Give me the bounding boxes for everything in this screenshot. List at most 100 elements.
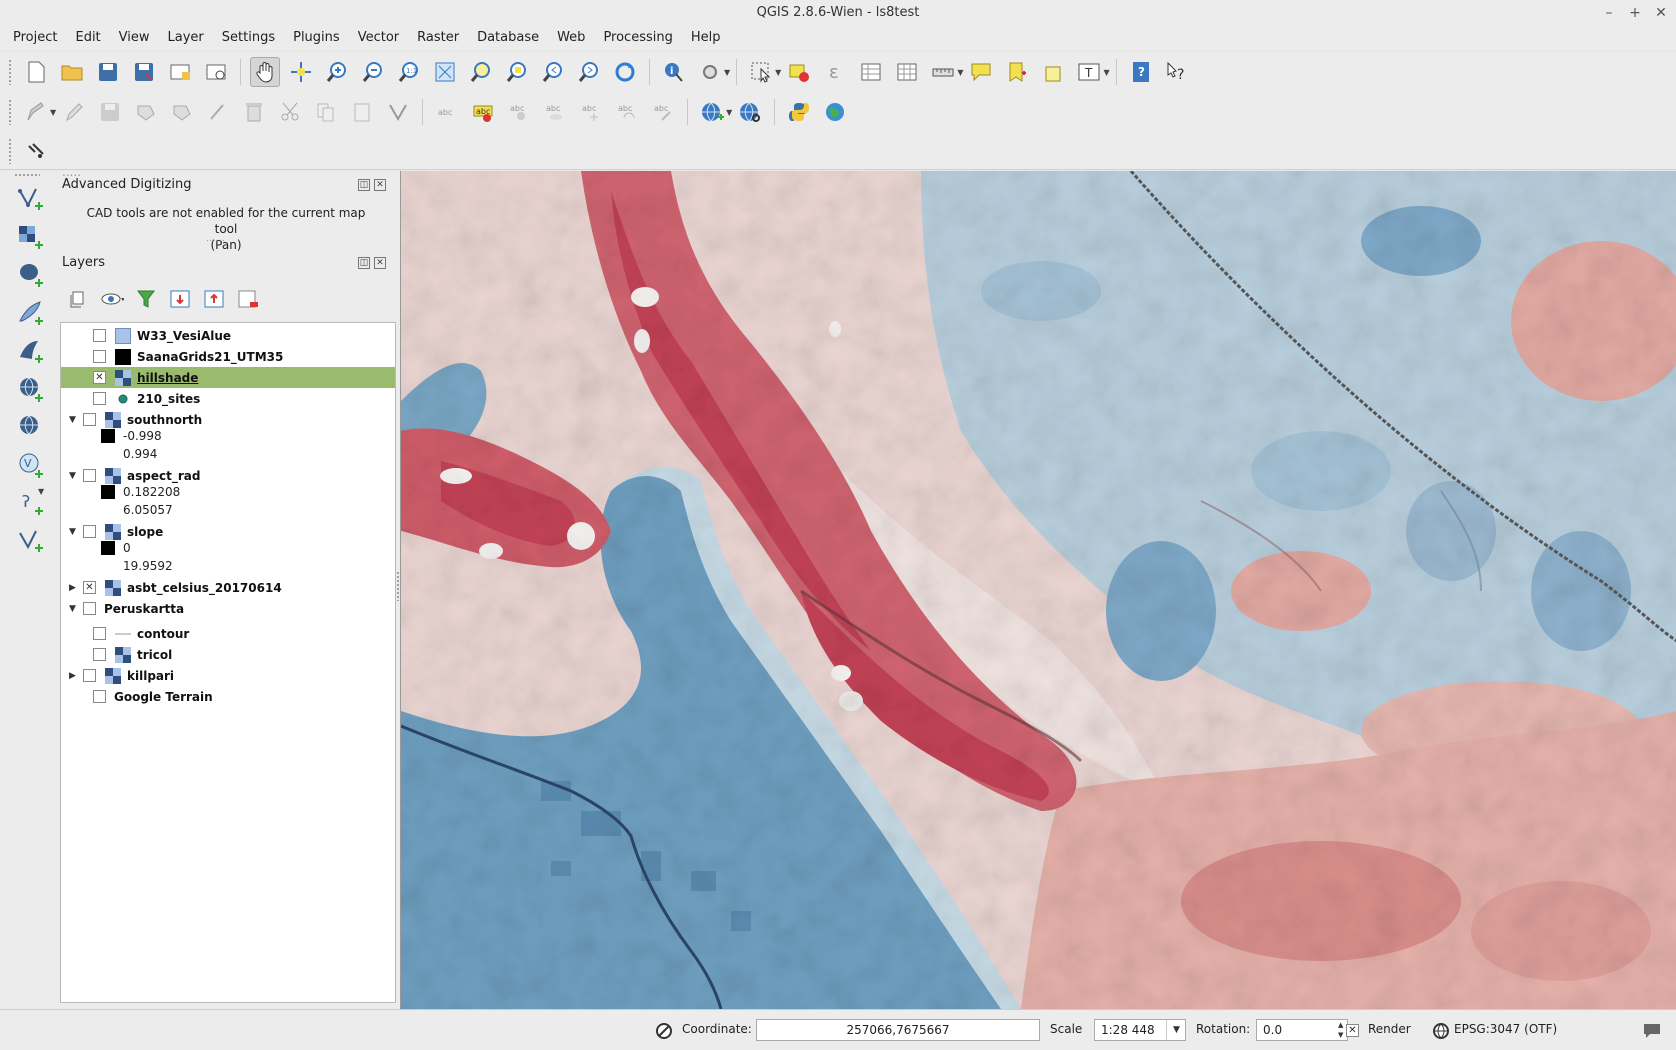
layer-row-hillshade[interactable]: ✕ hillshade — [61, 367, 395, 388]
expand-layers-button[interactable] — [168, 287, 192, 311]
filter-legend-button[interactable] — [134, 287, 158, 311]
new-print-composer-button[interactable] — [165, 57, 195, 87]
layer-row-asbt-celsius[interactable]: ▶ ✕ asbt_celsius_20170614 — [61, 577, 395, 598]
add-wms-layer-button[interactable] — [697, 97, 727, 127]
collapsed-arrow-icon[interactable]: ▶ — [69, 671, 79, 681]
layer-row-tricol[interactable]: tricol — [61, 644, 395, 665]
menu-processing[interactable]: Processing — [594, 26, 681, 50]
measure-button[interactable] — [928, 57, 958, 87]
deselect-all-button[interactable] — [784, 57, 814, 87]
add-mssql-layer-button[interactable] — [14, 335, 46, 367]
zoom-last-button[interactable] — [538, 57, 568, 87]
minimize-icon[interactable]: – — [1598, 0, 1620, 26]
map-canvas[interactable] — [400, 171, 1676, 1009]
text-annotation-button[interactable]: T — [1074, 57, 1104, 87]
save-as-button[interactable] — [129, 57, 159, 87]
save-project-button[interactable] — [93, 57, 123, 87]
layer-visibility-checkbox[interactable] — [93, 350, 106, 363]
zoom-native-button[interactable]: 1:1 — [394, 57, 424, 87]
metasearch-button[interactable] — [735, 97, 765, 127]
whats-this-button[interactable]: ? — [1162, 57, 1192, 87]
label-tool-button[interactable]: abc — [432, 97, 462, 127]
layer-visibility-checkbox[interactable] — [93, 392, 106, 405]
splitter-handle[interactable]: ...... — [206, 233, 225, 244]
layer-visibility-checkbox[interactable] — [93, 690, 106, 703]
menu-view[interactable]: View — [110, 26, 159, 50]
group-row-peruskartta[interactable]: ▼ Peruskartta — [61, 598, 395, 619]
show-hide-labels-button[interactable]: abc — [540, 97, 570, 127]
zoom-in-button[interactable] — [322, 57, 352, 87]
add-feature-button[interactable] — [131, 97, 161, 127]
maximize-icon[interactable]: + — [1624, 0, 1646, 26]
group-visibility-checkbox[interactable] — [83, 602, 96, 615]
chevron-down-icon[interactable]: ▼ — [50, 108, 56, 117]
layer-visibility-checkbox[interactable] — [83, 669, 96, 682]
chevron-down-icon[interactable]: ▼ — [1166, 1020, 1186, 1040]
menu-edit[interactable]: Edit — [66, 26, 109, 50]
menu-layer[interactable]: Layer — [159, 26, 213, 50]
layer-visibility-checkbox[interactable] — [83, 413, 96, 426]
render-checkbox[interactable]: ✕ — [1346, 1024, 1359, 1037]
layer-visibility-checkbox[interactable] — [93, 329, 106, 342]
openlayers-button[interactable] — [820, 97, 850, 127]
close-panel-icon[interactable]: ✕ — [374, 257, 386, 269]
menu-vector[interactable]: Vector — [349, 26, 408, 50]
new-shapefile-button[interactable] — [14, 525, 46, 557]
show-bookmarks-button[interactable] — [1038, 57, 1068, 87]
toolbar-grip[interactable] — [8, 99, 12, 125]
toolbar-grip[interactable] — [8, 59, 12, 85]
menu-raster[interactable]: Raster — [408, 26, 468, 50]
close-panel-icon[interactable]: ✕ — [374, 179, 386, 191]
coordinate-field[interactable]: 257066,7675667 — [756, 1019, 1040, 1041]
rotation-spinbox[interactable]: 0.0 — [1256, 1019, 1348, 1041]
add-spatialite-layer-button[interactable] — [14, 297, 46, 329]
move-feature-button[interactable] — [167, 97, 197, 127]
toolbar-grip[interactable] — [8, 137, 12, 164]
save-edits-button[interactable] — [95, 97, 125, 127]
copy-features-button[interactable] — [311, 97, 341, 127]
python-console-button[interactable] — [784, 97, 814, 127]
pin-labels-button[interactable]: abc — [504, 97, 534, 127]
change-label-button[interactable]: abc — [648, 97, 678, 127]
move-label-button[interactable]: abc — [576, 97, 606, 127]
collapse-layers-button[interactable] — [202, 287, 226, 311]
float-panel-icon[interactable]: ◫ — [358, 257, 370, 269]
layer-row-killpari[interactable]: ▶ killpari — [61, 665, 395, 686]
digitizing-tool-button[interactable] — [383, 97, 413, 127]
add-wfs-button[interactable]: V — [14, 449, 46, 481]
coordinate-toggle-icon[interactable] — [655, 1022, 673, 1040]
add-vector-layer-button[interactable] — [14, 183, 46, 215]
new-project-button[interactable] — [21, 57, 51, 87]
menu-database[interactable]: Database — [468, 26, 548, 50]
layer-row-saanagrids21-utm35[interactable]: SaanaGrids21_UTM35 — [61, 346, 395, 367]
layer-row-210-sites[interactable]: 210_sites — [61, 388, 395, 409]
add-postgis-layer-button[interactable] — [14, 259, 46, 291]
layer-row-contour[interactable]: contour — [61, 623, 395, 644]
cut-features-button[interactable] — [275, 97, 305, 127]
field-calculator-button[interactable]: ε — [820, 57, 850, 87]
layer-row-w33-vesialue[interactable]: W33_VesiAlue — [61, 325, 395, 346]
close-icon[interactable]: ✕ — [1650, 0, 1672, 26]
add-wms-button[interactable] — [14, 373, 46, 405]
chevron-down-icon[interactable]: ▼ — [1103, 68, 1109, 77]
toggle-editing-button[interactable] — [59, 97, 89, 127]
toolbar-grip[interactable] — [14, 173, 40, 177]
open-project-button[interactable] — [57, 57, 87, 87]
float-panel-icon[interactable]: ◫ — [358, 179, 370, 191]
crs-globe-icon[interactable] — [1432, 1022, 1450, 1040]
menu-web[interactable]: Web — [548, 26, 594, 50]
zoom-out-button[interactable] — [358, 57, 388, 87]
zoom-selection-button[interactable] — [502, 57, 532, 87]
zoom-layer-button[interactable] — [466, 57, 496, 87]
run-feature-action-button[interactable] — [695, 57, 725, 87]
layer-visibility-checkbox[interactable] — [93, 627, 106, 640]
paste-features-button[interactable] — [347, 97, 377, 127]
rotate-label-button[interactable]: abc — [612, 97, 642, 127]
layer-visibility-checkbox[interactable] — [83, 469, 96, 482]
add-raster-layer-button[interactable] — [14, 221, 46, 253]
zoom-next-button[interactable] — [574, 57, 604, 87]
chevron-down-icon[interactable]: ▼ — [957, 68, 963, 77]
node-tool-button[interactable] — [203, 97, 233, 127]
expanded-arrow-icon[interactable]: ▼ — [69, 527, 79, 537]
chevron-down-icon[interactable]: ▼ — [38, 487, 44, 496]
